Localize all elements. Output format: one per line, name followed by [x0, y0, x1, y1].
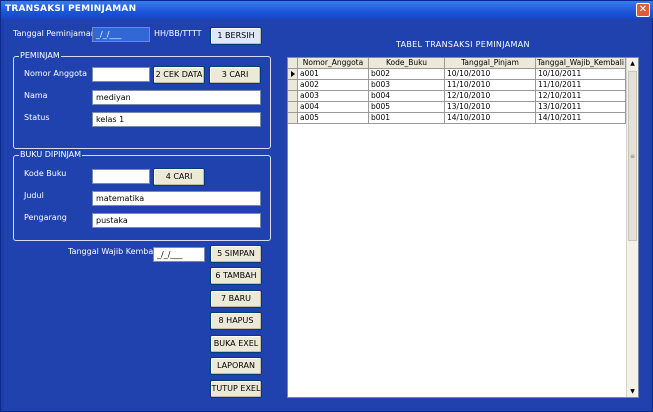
table-cell[interactable]: 13/10/2010	[445, 102, 536, 113]
table-title: TABEL TRANSAKSI PEMINJAMAN	[396, 40, 530, 49]
date-format-hint: HH/BB/TTTT	[154, 29, 202, 38]
tanggal-wajib-kembali-label: Tanggal Wajib Kembali	[68, 247, 158, 256]
table-cell[interactable]: a004	[298, 102, 369, 113]
table-row[interactable]: a003 b004 12/10/2010 12/10/2011	[288, 91, 626, 102]
tanggal-peminjaman-input[interactable]: _/_/___	[92, 27, 150, 42]
scroll-grip-icon: ≡	[629, 153, 636, 160]
kode-buku-input[interactable]	[92, 169, 150, 184]
cari-anggota-button[interactable]: 3 CARI	[209, 66, 261, 84]
tanggal-peminjaman-label: Tanggal Peminjaman	[13, 29, 96, 38]
cek-data-button[interactable]: 2 CEK DATA	[153, 66, 205, 84]
tambah-button[interactable]: 6 TAMBAH	[210, 267, 262, 285]
column-header[interactable]: Tanggal_Pinjam	[445, 58, 536, 69]
status-label: Status	[24, 113, 50, 122]
tutup-exel-button[interactable]: TUTUP EXEL	[210, 380, 262, 398]
scroll-down-icon[interactable]: ▼	[627, 386, 638, 397]
window-title: TRANSAKSI PEMINJAMAN	[5, 4, 137, 14]
table-row[interactable]: a005 b001 14/10/2010 14/10/2011	[288, 113, 626, 124]
form-client-area: Tanggal Peminjaman _/_/___ HH/BB/TTTT 1 …	[4, 19, 651, 410]
nama-label: Nama	[24, 91, 48, 100]
table-cell[interactable]: 12/10/2011	[536, 91, 626, 102]
table-cell[interactable]: a003	[298, 91, 369, 102]
simpan-button[interactable]: 5 SIMPAN	[210, 245, 262, 263]
table-cell[interactable]: 11/10/2010	[445, 80, 536, 91]
judul-label: Judul	[24, 191, 44, 200]
buku-frame-title: BUKU DIPINJAM	[19, 150, 83, 159]
status-input[interactable]: kelas 1	[92, 112, 261, 127]
bersih-button[interactable]: 1 BERSIH	[210, 27, 262, 45]
close-icon[interactable]: ✕	[636, 3, 650, 17]
table-cell[interactable]: b005	[369, 102, 445, 113]
nomor-anggota-input[interactable]	[92, 67, 150, 82]
table-cell[interactable]: a002	[298, 80, 369, 91]
table-cell[interactable]: b004	[369, 91, 445, 102]
scroll-up-icon[interactable]: ▲	[627, 58, 638, 69]
row-selector[interactable]	[288, 91, 298, 102]
table-cell[interactable]: 12/10/2010	[445, 91, 536, 102]
column-header[interactable]: Kode_Buku	[369, 58, 445, 69]
judul-input[interactable]: matematika	[92, 191, 261, 206]
row-selector[interactable]	[288, 113, 298, 124]
table-header-row: Nomor_Anggota Kode_Buku Tanggal_Pinjam T…	[288, 58, 626, 69]
table-cell[interactable]: 10/10/2010	[445, 69, 536, 80]
table-cell[interactable]: 14/10/2010	[445, 113, 536, 124]
row-selector[interactable]	[288, 69, 298, 80]
row-header-corner	[288, 58, 298, 69]
table-cell[interactable]: b002	[369, 69, 445, 80]
main-window: TRANSAKSI PEMINJAMAN ✕ Tanggal Peminjama…	[0, 0, 653, 412]
table-row[interactable]: a002 b003 11/10/2010 11/10/2011	[288, 80, 626, 91]
table-cell[interactable]: a001	[298, 69, 369, 80]
pengarang-label: Pengarang	[24, 213, 67, 222]
title-bar[interactable]: TRANSAKSI PEMINJAMAN ✕	[1, 1, 653, 19]
nomor-anggota-label: Nomor Anggota	[24, 69, 88, 78]
table-cell[interactable]: b001	[369, 113, 445, 124]
table-row[interactable]: a001 b002 10/10/2010 10/10/2011	[288, 69, 626, 80]
peminjam-frame-title: PEMINJAM	[19, 51, 61, 60]
column-header[interactable]: Tanggal_Wajib_Kembali	[536, 58, 626, 69]
laporan-button[interactable]: LAPORAN	[210, 357, 262, 375]
baru-button[interactable]: 7 BARU	[210, 290, 262, 308]
table-cell[interactable]: 10/10/2011	[536, 69, 626, 80]
nama-input[interactable]: mediyan	[92, 90, 261, 105]
row-selector[interactable]	[288, 102, 298, 113]
table-row[interactable]: a004 b005 13/10/2010 13/10/2011	[288, 102, 626, 113]
table-cell[interactable]: a005	[298, 113, 369, 124]
kode-buku-label: Kode Buku	[24, 169, 67, 178]
table-cell[interactable]: 11/10/2011	[536, 80, 626, 91]
table-vertical-scrollbar[interactable]: ▲ ≡ ▼	[626, 58, 638, 397]
tanggal-wajib-kembali-input[interactable]: _/_/___	[153, 247, 205, 262]
current-row-arrow-icon	[291, 71, 295, 77]
table-cell[interactable]: 14/10/2011	[536, 113, 626, 124]
transaksi-table[interactable]: Nomor_Anggota Kode_Buku Tanggal_Pinjam T…	[287, 57, 639, 398]
pengarang-input[interactable]: pustaka	[92, 213, 261, 228]
column-header[interactable]: Nomor_Anggota	[298, 58, 369, 69]
table-cell[interactable]: b003	[369, 80, 445, 91]
hapus-button[interactable]: 8 HAPUS	[210, 312, 262, 330]
buka-exel-button[interactable]: BUKA EXEL	[210, 335, 262, 353]
row-selector[interactable]	[288, 80, 298, 91]
table-cell[interactable]: 13/10/2011	[536, 102, 626, 113]
cari-buku-button[interactable]: 4 CARI	[153, 168, 205, 186]
